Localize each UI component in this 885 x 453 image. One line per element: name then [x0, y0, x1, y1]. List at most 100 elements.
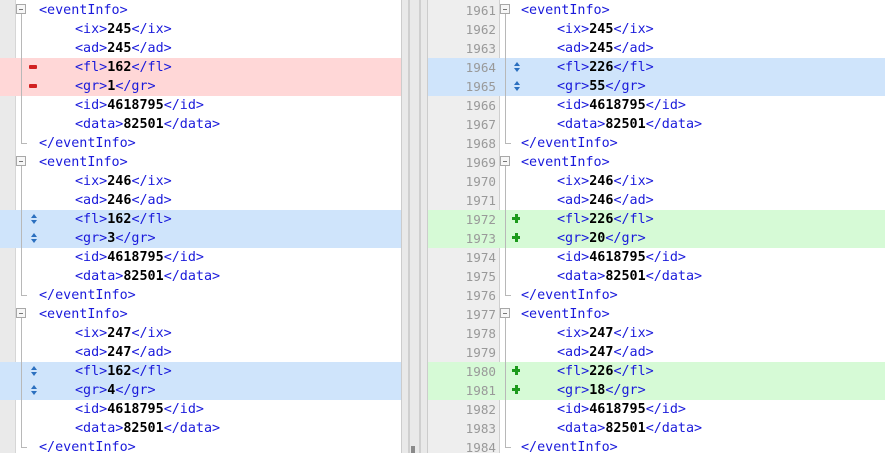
code-text[interactable]: <id>4618795</id> — [75, 96, 204, 115]
code-text[interactable]: <id>4618795</id> — [75, 248, 204, 267]
code-text[interactable]: <id>4618795</id> — [557, 400, 686, 419]
code-text[interactable]: <gr>4</gr> — [75, 381, 156, 400]
fold-collapse-icon[interactable] — [16, 153, 28, 172]
left-diff-pane[interactable]: <eventInfo> <ix>245</ix> <ad>245</ad> <fl>1… — [0, 0, 401, 453]
code-text[interactable]: <ad>245</ad> — [75, 39, 172, 58]
diff-line[interactable]: 1975 <data>82501</data> — [428, 267, 885, 286]
code-text[interactable]: <eventInfo> — [521, 1, 610, 20]
code-text[interactable]: <id>4618795</id> — [557, 248, 686, 267]
code-text[interactable]: <eventInfo> — [39, 305, 128, 324]
code-text[interactable]: <ad>246</ad> — [75, 191, 172, 210]
diff-line[interactable]: <gr>1</gr> — [0, 77, 401, 96]
diff-line[interactable]: <data>82501</data> — [0, 267, 401, 286]
diff-line[interactable]: 1963 <ad>245</ad> — [428, 39, 885, 58]
diff-line[interactable]: <fl>162</fl> — [0, 58, 401, 77]
diff-line[interactable]: 1971 <ad>246</ad> — [428, 191, 885, 210]
code-text[interactable]: <id>4618795</id> — [557, 96, 686, 115]
code-text[interactable]: </eventInfo> — [521, 438, 618, 453]
fold-collapse-icon[interactable] — [16, 305, 28, 324]
diff-line[interactable]: 1979 <ad>247</ad> — [428, 343, 885, 362]
diff-line[interactable]: 1968 </eventInfo> — [428, 134, 885, 153]
diff-line[interactable]: <id>4618795</id> — [0, 400, 401, 419]
diff-line[interactable]: <ad>246</ad> — [0, 191, 401, 210]
code-text[interactable]: <fl>162</fl> — [75, 58, 172, 77]
diff-line[interactable]: 1966 <id>4618795</id> — [428, 96, 885, 115]
code-text[interactable]: <gr>55</gr> — [557, 77, 646, 96]
diff-line[interactable]: <ix>245</ix> — [0, 20, 401, 39]
diff-line[interactable]: <fl>162</fl> — [0, 362, 401, 381]
code-text[interactable]: <ad>247</ad> — [557, 343, 654, 362]
diff-line[interactable]: <gr>4</gr> — [0, 381, 401, 400]
code-text[interactable]: <data>82501</data> — [75, 115, 220, 134]
splitter-grip-handle[interactable] — [411, 446, 415, 453]
code-text[interactable]: <fl>162</fl> — [75, 210, 172, 229]
diff-line[interactable]: 1964 <fl>226</fl> — [428, 58, 885, 77]
fold-collapse-icon[interactable] — [16, 1, 28, 20]
fold-collapse-icon[interactable] — [500, 153, 512, 172]
code-text[interactable]: <eventInfo> — [521, 153, 610, 172]
diff-line[interactable]: 1980 <fl>226</fl> — [428, 362, 885, 381]
diff-line[interactable]: 1976 </eventInfo> — [428, 286, 885, 305]
diff-line[interactable]: <id>4618795</id> — [0, 96, 401, 115]
code-text[interactable]: <id>4618795</id> — [75, 400, 204, 419]
code-text[interactable]: <gr>1</gr> — [75, 77, 156, 96]
code-text[interactable]: <gr>20</gr> — [557, 229, 646, 248]
fold-box-icon[interactable] — [500, 308, 510, 318]
code-text[interactable]: <fl>226</fl> — [557, 58, 654, 77]
code-text[interactable]: </eventInfo> — [39, 438, 136, 453]
code-text[interactable]: <fl>226</fl> — [557, 362, 654, 381]
diff-line[interactable]: 1983 <data>82501</data> — [428, 419, 885, 438]
diff-line[interactable]: 1981 <gr>18</gr> — [428, 381, 885, 400]
code-text[interactable]: <ix>245</ix> — [557, 20, 654, 39]
fold-box-icon[interactable] — [500, 4, 510, 14]
diff-line[interactable]: 1974 <id>4618795</id> — [428, 248, 885, 267]
diff-line[interactable]: 1984 </eventInfo> — [428, 438, 885, 453]
diff-line[interactable]: 1970 <ix>246</ix> — [428, 172, 885, 191]
code-text[interactable]: </eventInfo> — [521, 134, 618, 153]
fold-box-icon[interactable] — [16, 308, 26, 318]
code-text[interactable]: <ix>245</ix> — [75, 20, 172, 39]
code-text[interactable]: <eventInfo> — [39, 153, 128, 172]
diff-line[interactable]: <gr>3</gr> — [0, 229, 401, 248]
diff-line[interactable]: <eventInfo> — [0, 153, 401, 172]
fold-collapse-icon[interactable] — [500, 1, 512, 20]
code-text[interactable]: <data>82501</data> — [557, 267, 702, 286]
right-diff-pane[interactable]: 1961 <eventInfo> 1962 <ix>245</ix> 1963 <ad>2… — [428, 0, 885, 453]
fold-box-icon[interactable] — [500, 156, 510, 166]
diff-line[interactable]: <ad>247</ad> — [0, 343, 401, 362]
diff-line[interactable]: </eventInfo> — [0, 134, 401, 153]
code-text[interactable]: </eventInfo> — [39, 286, 136, 305]
diff-line[interactable]: <fl>162</fl> — [0, 210, 401, 229]
code-text[interactable]: <gr>18</gr> — [557, 381, 646, 400]
code-text[interactable]: </eventInfo> — [521, 286, 618, 305]
diff-line[interactable]: 1972 <fl>226</fl> — [428, 210, 885, 229]
code-text[interactable]: <eventInfo> — [521, 305, 610, 324]
diff-line[interactable]: 1978 <ix>247</ix> — [428, 324, 885, 343]
diff-line[interactable]: <eventInfo> — [0, 305, 401, 324]
code-text[interactable]: <data>82501</data> — [75, 267, 220, 286]
code-text[interactable]: <ix>247</ix> — [75, 324, 172, 343]
code-text[interactable]: <ix>246</ix> — [75, 172, 172, 191]
code-text[interactable]: <data>82501</data> — [557, 419, 702, 438]
code-text[interactable]: <ix>246</ix> — [557, 172, 654, 191]
code-text[interactable]: <eventInfo> — [39, 1, 128, 20]
diff-line[interactable]: 1977 <eventInfo> — [428, 305, 885, 324]
diff-line[interactable]: 1961 <eventInfo> — [428, 1, 885, 20]
code-text[interactable]: <fl>226</fl> — [557, 210, 654, 229]
diff-line[interactable]: <ix>246</ix> — [0, 172, 401, 191]
code-text[interactable]: <data>82501</data> — [557, 115, 702, 134]
diff-line[interactable]: </eventInfo> — [0, 438, 401, 453]
diff-line[interactable]: <data>82501</data> — [0, 419, 401, 438]
fold-box-icon[interactable] — [16, 4, 26, 14]
diff-line[interactable]: <ix>247</ix> — [0, 324, 401, 343]
diff-line[interactable]: 1969 <eventInfo> — [428, 153, 885, 172]
code-text[interactable]: <ix>247</ix> — [557, 324, 654, 343]
code-text[interactable]: <ad>247</ad> — [75, 343, 172, 362]
diff-line[interactable]: 1982 <id>4618795</id> — [428, 400, 885, 419]
code-text[interactable]: <ad>245</ad> — [557, 39, 654, 58]
fold-collapse-icon[interactable] — [500, 305, 512, 324]
pane-splitter[interactable] — [401, 0, 428, 453]
code-text[interactable]: </eventInfo> — [39, 134, 136, 153]
diff-line[interactable]: <id>4618795</id> — [0, 248, 401, 267]
code-text[interactable]: <gr>3</gr> — [75, 229, 156, 248]
